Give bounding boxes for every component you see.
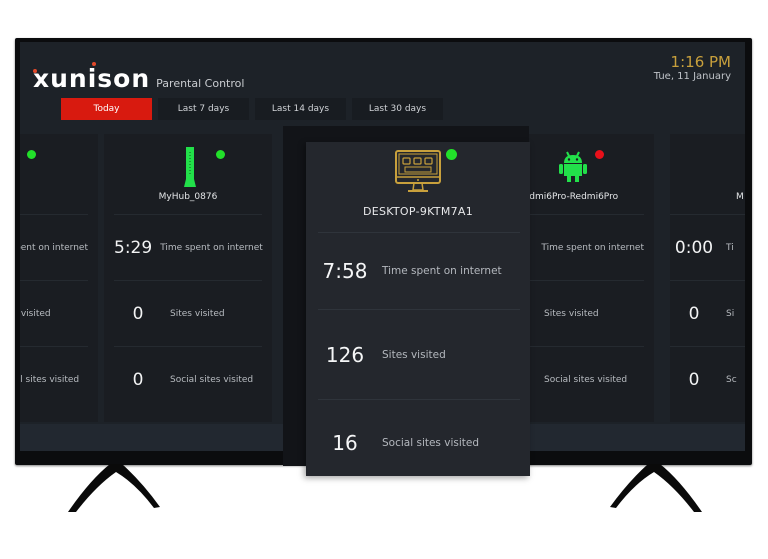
stat-label: Sites visited <box>20 309 51 319</box>
stat-time-online: 7:58 Time spent on internet <box>318 232 520 309</box>
device-card-m[interactable]: M 0:00 Ti 0 Si 0 Sc <box>670 134 745 422</box>
card-header: M <box>670 134 745 212</box>
card-header: MyHub_0876 <box>104 134 272 212</box>
device-name: M <box>736 192 744 202</box>
tab-last-14-days[interactable]: Last 14 days <box>255 98 346 120</box>
tab-last-30-days[interactable]: Last 30 days <box>352 98 443 120</box>
stat-sites-visited: 0 Sites visited <box>114 280 262 347</box>
stat-label: Sites visited <box>382 349 446 361</box>
stat-value: 5:29 <box>114 238 153 258</box>
device-name: DESKTOP-9KTM7A1 <box>362 205 474 218</box>
stat-sites-visited: 126 Sites visited <box>318 309 520 400</box>
status-offline-dot <box>595 150 604 159</box>
stat-social-sites: 16 Social sites visited <box>318 399 520 486</box>
stat-label: Si <box>726 309 735 319</box>
stat-label: Social sites visited <box>20 375 80 385</box>
stat-label: Ti <box>726 243 734 253</box>
card-header: OTT <box>20 134 98 212</box>
device-card-myhub[interactable]: MyHub_0876 5:29 Time spent on internet 0… <box>104 134 272 422</box>
stat-social-sites: 0 Sc <box>670 346 745 413</box>
logo-accent-dot <box>33 69 37 73</box>
stat-sites-visited: Sites visited <box>20 280 88 347</box>
stat-value: 0 <box>688 304 700 324</box>
status-online-dot <box>216 150 225 159</box>
device-name: OTT <box>20 192 62 202</box>
stat-time-online: Time spent on internet <box>20 214 88 281</box>
tab-today[interactable]: Today <box>61 98 152 120</box>
stat-time-online: 0:00 Ti <box>670 214 745 281</box>
tab-last-7-days[interactable]: Last 7 days <box>158 98 249 120</box>
tv-stand-left <box>68 464 160 512</box>
stat-value: 0:00 <box>674 238 714 258</box>
stat-label: Social sites visited <box>544 375 628 385</box>
stat-label: Time spent on internet <box>160 243 263 253</box>
router-icon <box>184 147 196 187</box>
stat-time-online: 5:29 Time spent on internet <box>114 214 263 281</box>
stat-value: 16 <box>332 431 358 455</box>
android-icon <box>559 151 587 182</box>
stat-value: 126 <box>325 343 365 367</box>
stat-label: Time spent on internet <box>382 265 502 277</box>
status-online-dot <box>446 149 457 160</box>
stat-social-sites: Social sites visited <box>20 346 88 413</box>
period-tabs: Today Last 7 days Last 14 days Last 30 d… <box>61 98 443 120</box>
app-subtitle: Parental Control <box>156 77 245 90</box>
stat-social-sites: 0 Social sites visited <box>114 346 262 413</box>
clock-date: Tue, 11 January <box>653 71 731 82</box>
stat-label: Time spent on internet <box>541 243 644 253</box>
stat-label: Sc <box>726 375 737 385</box>
tv-stand-right <box>610 464 702 512</box>
stat-label: Sites visited <box>544 309 599 319</box>
stat-label: Social sites visited <box>382 437 480 449</box>
stat-value: 0 <box>688 370 700 390</box>
clock-widget: 1:16 PM Tue, 11 January <box>654 54 731 83</box>
stat-value: 7:58 <box>322 259 368 283</box>
stat-sites-visited: 0 Si <box>670 280 745 347</box>
app-logo: xunison Parental Control <box>33 64 244 94</box>
stat-value: 0 <box>132 304 144 324</box>
device-card-ott[interactable]: OTT Time spent on internet Sites visited… <box>20 134 98 422</box>
stat-label: Time spent on internet <box>20 243 88 253</box>
desktop-monitor-icon <box>395 150 441 192</box>
status-online-dot <box>27 150 36 159</box>
device-name: MyHub_0876 <box>158 192 218 202</box>
brand-wordmark: xunison <box>33 64 151 93</box>
clock-time: 1:16 PM <box>670 53 731 71</box>
device-card-desktop-highlighted[interactable]: DESKTOP-9KTM7A1 7:58 Time spent on inter… <box>306 142 530 476</box>
stat-label: Social sites visited <box>170 375 254 385</box>
stat-label: Sites visited <box>170 309 225 319</box>
logo-accent-dot <box>92 62 96 66</box>
stat-value: 0 <box>132 370 144 390</box>
